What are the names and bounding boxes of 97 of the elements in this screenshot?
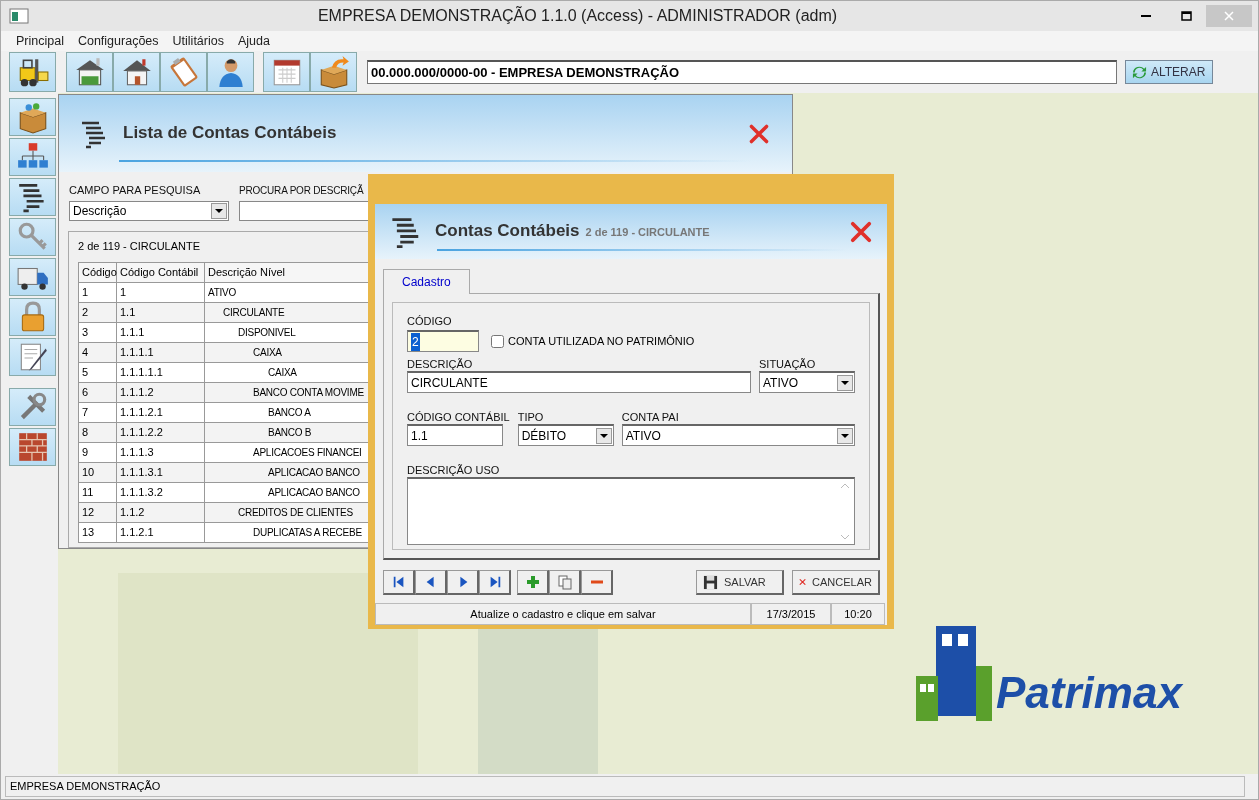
field-label: CÓDIGO CONTÁBIL: [407, 411, 510, 424]
toolbar-button[interactable]: [9, 258, 56, 296]
table-cell-text: DISPONIVEL: [237, 325, 296, 340]
close-icon: [849, 219, 873, 244]
menu-item[interactable]: Configurações: [70, 31, 166, 51]
table-cell-text: APLICACAO BANCO: [267, 485, 360, 500]
toolbar-button[interactable]: [9, 52, 56, 92]
table-cell-text: BANCO A: [267, 405, 311, 420]
account-code-field[interactable]: 1.1: [407, 424, 503, 446]
table-cell-text: APLICACAO BANCO: [267, 465, 360, 480]
status-text: EMPRESA DEMONSTRAÇÃO: [5, 776, 1245, 797]
caret-icon: [841, 433, 849, 438]
type-dropdown[interactable]: DÉBITO: [517, 424, 614, 446]
navigation-button[interactable]: [479, 570, 511, 595]
parent-account-dropdown[interactable]: ATIVO: [621, 424, 855, 446]
app-icon: [9, 7, 29, 25]
navigation-button[interactable]: [447, 570, 479, 595]
menu-item[interactable]: Principal: [9, 31, 71, 51]
first-icon: [391, 575, 406, 589]
navigation-button[interactable]: [383, 570, 415, 595]
field-label: CONTA PAI: [621, 411, 680, 424]
checkbox-label: CONTA UTILIZADA NO PATRIMÔNIO: [508, 333, 695, 349]
field-label: PROCURA POR DESCRIÇÃ: [239, 184, 365, 197]
company-field[interactable]: 00.000.000/0000-00 - EMPRESA DEMONSTRAÇÃO: [367, 60, 1117, 84]
table-cell-text: CREDITOS DE CLIENTES: [237, 505, 353, 520]
column-header: Código Contábil: [116, 262, 205, 282]
window-title: EMPRESA DEMONSTRAÇÃO 1.1.0 (Access) - ADMINISTRADOR (adm): [316, 5, 839, 26]
toolbar-button[interactable]: [549, 570, 581, 595]
field-label: DESCRIÇÃO: [407, 358, 474, 371]
table-cell: 5: [78, 362, 117, 382]
status-dropdown[interactable]: ATIVO: [759, 371, 855, 393]
table-cell: 8: [78, 422, 117, 442]
table-cell: 1: [78, 282, 117, 302]
record-caption: 2 de 119 - CIRCULANTE: [585, 225, 710, 241]
table-cell-text: BANCO CONTA MOVIME: [252, 385, 364, 400]
table-cell-text: BANCO B: [267, 425, 312, 440]
toolbar-button[interactable]: [9, 338, 56, 376]
caret-icon: [599, 433, 608, 438]
toolbar-button[interactable]: [66, 52, 113, 92]
cancel-button[interactable]: CANCELAR: [792, 570, 880, 595]
status-message: Atualize o cadastro e clique em salvar: [375, 603, 751, 625]
column-header: Código: [78, 262, 117, 282]
table-cell-text: APLICACOES FINANCEI: [252, 445, 362, 460]
toolbar-button[interactable]: [9, 178, 56, 216]
field-label: CÓDIGO: [407, 315, 453, 328]
table-cell-text: DUPLICATAS A RECEBE: [252, 525, 362, 540]
navigation-button[interactable]: [415, 570, 447, 595]
caret-icon: [841, 380, 849, 385]
caret-icon: [215, 209, 223, 213]
table-cell: 9: [78, 442, 117, 462]
add-icon: [524, 574, 541, 590]
scroll-up-icon: [840, 483, 850, 489]
window-heading: Lista de Contas Contábeis: [123, 123, 337, 144]
maximize-icon: [1180, 11, 1192, 21]
buildings-logo-icon: [916, 626, 992, 721]
window-heading: Contas Contábeis: [435, 221, 580, 242]
logo-text: Patrimax: [996, 671, 1182, 715]
field-label: SITUAÇÃO: [759, 358, 817, 371]
field-label: TIPO: [517, 411, 545, 424]
table-cell-text: CAIXA: [267, 365, 297, 380]
code-field[interactable]: 2: [407, 330, 479, 352]
menu-item[interactable]: Ajuda: [230, 31, 277, 51]
table-cell: 12: [78, 502, 117, 522]
alter-button[interactable]: ALTERAR: [1125, 60, 1213, 84]
table-cell-text: CIRCULANTE: [222, 305, 285, 320]
table-cell: 7: [78, 402, 117, 422]
table-cell: 13: [78, 522, 117, 542]
toolbar-button[interactable]: [113, 52, 160, 92]
usage-textarea[interactable]: [407, 477, 855, 545]
refresh-icon: [1132, 64, 1147, 80]
save-button[interactable]: SALVAR: [696, 570, 784, 595]
close-icon: [748, 122, 770, 145]
field-label: DESCRIÇÃO USO: [407, 464, 501, 477]
status-date: 17/3/2015: [751, 603, 831, 625]
toolbar-button[interactable]: [263, 52, 310, 92]
table-cell: 6: [78, 382, 117, 402]
checkbox[interactable]: [491, 334, 504, 348]
table-cell-text: CAIXA: [252, 345, 282, 360]
table-cell: 3: [78, 322, 117, 342]
table-cell: 10: [78, 462, 117, 482]
close-icon: [1224, 11, 1234, 21]
menu-item[interactable]: Utilitários: [165, 31, 231, 51]
toolbar-button[interactable]: [581, 570, 613, 595]
record-caption: 2 de 119 - CIRCULANTE: [78, 239, 202, 254]
table-cell-text: ATIVO: [208, 285, 236, 300]
field-label: CAMPO PARA PESQUISA: [69, 184, 202, 197]
table-cell: 4: [78, 342, 117, 362]
table-cell: 2: [78, 302, 117, 322]
status-time: 10:20: [831, 603, 885, 625]
toolbar-button[interactable]: [517, 570, 549, 595]
table-cell: 11: [78, 482, 117, 502]
copy-icon: [556, 574, 573, 590]
search-field-dropdown[interactable]: Descrição: [69, 201, 229, 221]
column-header: Descrição Nível: [204, 262, 369, 282]
description-field[interactable]: CIRCULANTE: [407, 371, 751, 393]
scroll-down-icon: [840, 534, 850, 540]
tab[interactable]: Cadastro: [383, 269, 470, 294]
